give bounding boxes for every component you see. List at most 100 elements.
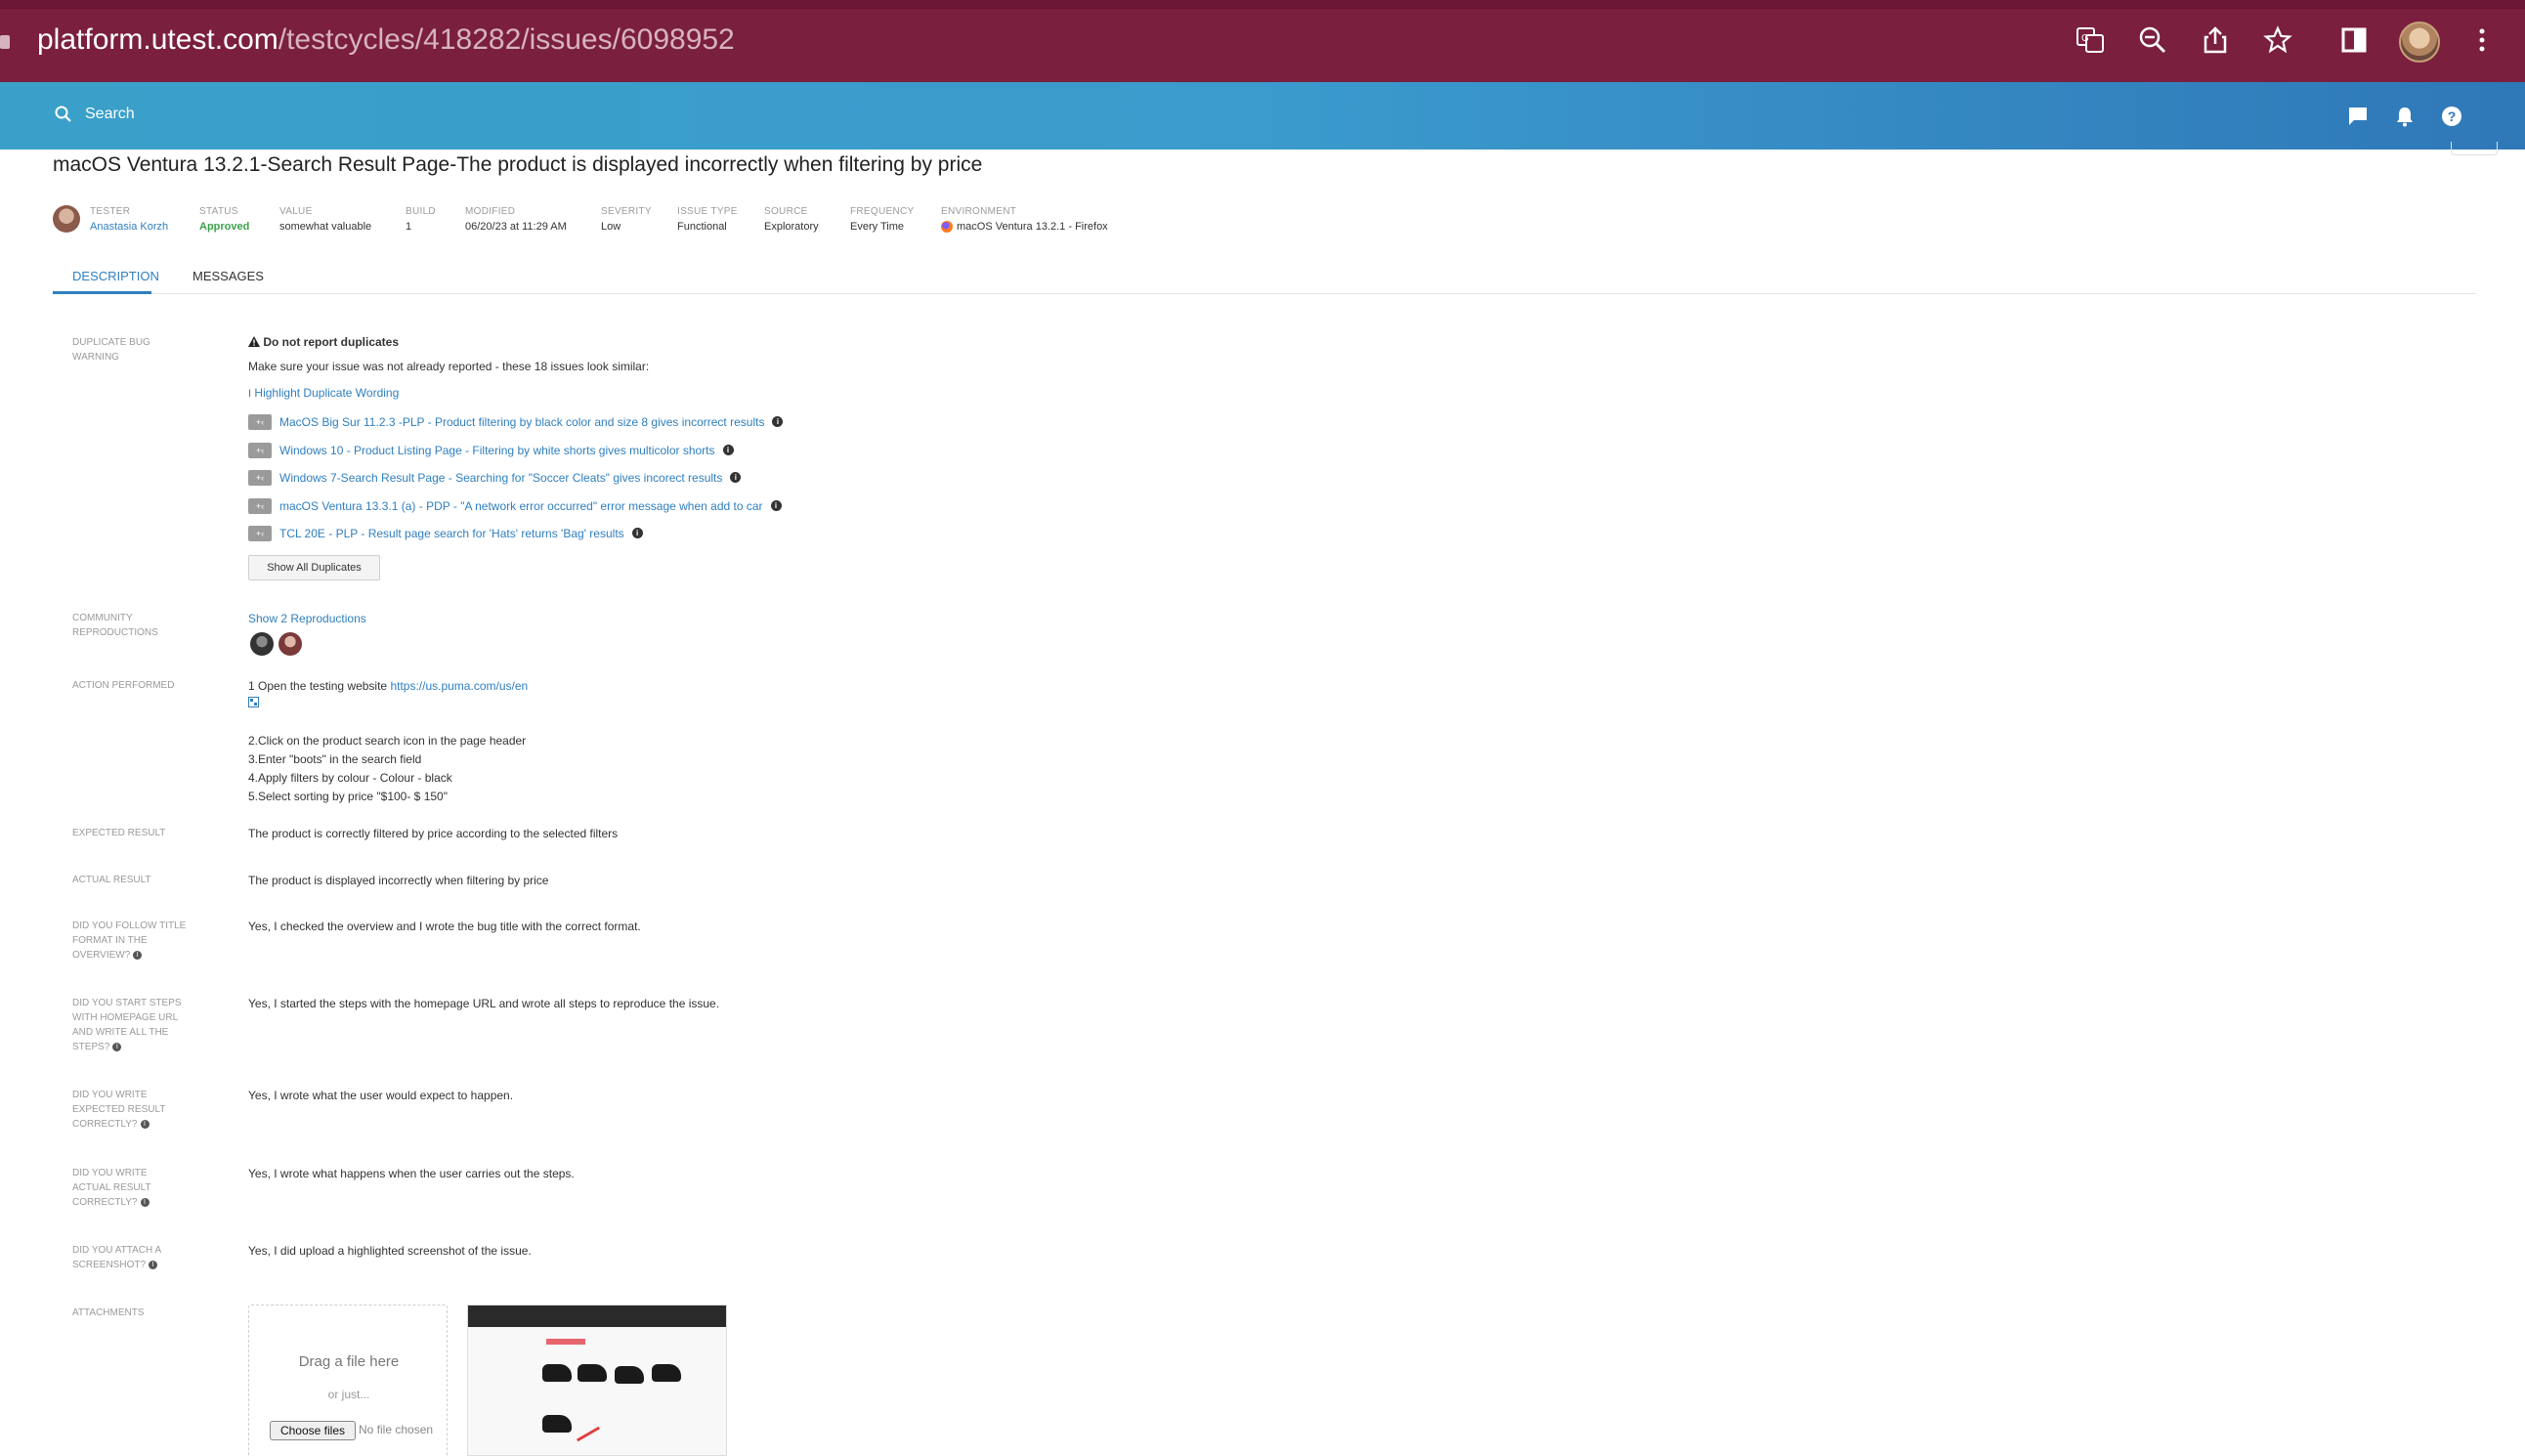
- meta-tester: TESTER Anastasia Korzh: [90, 206, 169, 233]
- info-icon[interactable]: i: [722, 445, 734, 456]
- thumbnail-highlight: [546, 1339, 585, 1345]
- browser-tabstrip: [0, 0, 2525, 9]
- duplicate-label: DUPLICATE BUG WARNING: [72, 337, 150, 363]
- duplicate-link[interactable]: macOS Ventura 13.3.1 (a) - PDP - "A netw…: [279, 499, 763, 513]
- duplicate-item: +‹ Windows 10 - Product Listing Page - Fi…: [248, 442, 734, 459]
- thumbnail-shoe: [615, 1366, 644, 1384]
- info-icon[interactable]: i: [140, 1119, 150, 1129]
- info-icon[interactable]: i: [631, 528, 643, 539]
- meta-issue-type: ISSUE TYPE Functional: [677, 206, 738, 233]
- thumbnail-shoe: [578, 1364, 607, 1382]
- question-title-label: DID YOU FOLLOW TITLE FORMAT IN THE OVERV…: [72, 921, 187, 961]
- community-label: COMMUNITY REPRODUCTIONS: [72, 613, 158, 638]
- status-badge: Approved: [199, 221, 250, 233]
- info-icon[interactable]: i: [133, 950, 143, 960]
- meta-frequency: FREQUENCY Every Time: [850, 206, 915, 233]
- mark-duplicate-button[interactable]: +‹: [248, 469, 272, 486]
- duplicate-text: Make sure your issue was not already rep…: [248, 360, 650, 373]
- zoom-out-icon[interactable]: [2136, 25, 2169, 59]
- bookmark-star-icon[interactable]: [2261, 25, 2294, 59]
- question-steps-label: DID YOU START STEPS WITH HOMEPAGE URL AN…: [72, 998, 182, 1052]
- question-screenshot-label: DID YOU ATTACH A SCREENSHOT? i: [72, 1245, 161, 1270]
- duplicate-item: +‹ Windows 7-Search Result Page - Searchi…: [248, 469, 742, 487]
- info-icon[interactable]: i: [140, 1197, 150, 1207]
- translate-icon[interactable]: G: [2074, 25, 2107, 59]
- warning-icon: [248, 335, 263, 349]
- thumbnail-shoe: [652, 1364, 681, 1382]
- meta-value: VALUE somewhat valuable: [279, 206, 372, 233]
- bell-icon[interactable]: [2393, 105, 2417, 128]
- question-steps-answer: Yes, I started the steps with the homepa…: [248, 997, 720, 1010]
- share-icon[interactable]: [2199, 25, 2232, 59]
- info-icon[interactable]: i: [149, 1260, 158, 1269]
- info-icon[interactable]: i: [770, 500, 782, 512]
- meta-source: SOURCE Exploratory: [764, 206, 819, 233]
- thumbnail-shoe: [542, 1364, 572, 1382]
- question-actual-label: DID YOU WRITE ACTUAL RESULT CORRECTLY? i: [72, 1168, 151, 1208]
- action-step-2: 2.Click on the product search icon in th…: [248, 734, 527, 748]
- search-icon[interactable]: [54, 105, 73, 124]
- thumbnail-shoe: [542, 1415, 572, 1433]
- menu-dots-icon[interactable]: [2465, 25, 2499, 59]
- search-input[interactable]: Search: [85, 106, 135, 123]
- text-cursor-icon: I: [248, 388, 252, 400]
- tab-messages[interactable]: MESSAGES: [193, 269, 264, 283]
- reproducer-avatar[interactable]: [277, 630, 304, 658]
- reproducer-avatar[interactable]: [248, 630, 276, 658]
- duplicate-link[interactable]: TCL 20E - PLP - Result page search for '…: [279, 527, 624, 540]
- tab-description[interactable]: DESCRIPTION: [72, 269, 159, 283]
- meta-build: BUILD 1: [406, 206, 436, 233]
- file-dropzone[interactable]: Drag a file here or just... Choose files…: [248, 1305, 448, 1456]
- action-step-3: 3.Enter "boots" in the search field: [248, 752, 422, 766]
- help-icon[interactable]: ?: [2440, 105, 2463, 128]
- info-icon[interactable]: i: [112, 1042, 122, 1051]
- attachments-label: ATTACHMENTS: [72, 1307, 145, 1318]
- attachment-thumbnail[interactable]: [467, 1305, 727, 1456]
- question-expected-label: DID YOU WRITE EXPECTED RESULT CORRECTLY?…: [72, 1090, 166, 1130]
- address-bar[interactable]: platform.utest.com/testcycles/418282/iss…: [37, 23, 735, 57]
- mark-duplicate-button[interactable]: +‹: [248, 413, 272, 430]
- svg-text:?: ?: [2448, 108, 2457, 124]
- testing-website-link[interactable]: https://us.puma.com/us/en: [390, 679, 528, 693]
- highlight-duplicate-link[interactable]: I Highlight Duplicate Wording: [248, 386, 399, 400]
- action-step-4: 4.Apply filters by colour - Colour - bla…: [248, 771, 452, 785]
- info-icon[interactable]: i: [772, 416, 784, 428]
- duplicate-item: +‹ TCL 20E - PLP - Result page search for…: [248, 525, 643, 542]
- no-file-text: No file chosen: [359, 1423, 434, 1436]
- mark-duplicate-button[interactable]: +‹: [248, 497, 272, 514]
- question-screenshot-answer: Yes, I did upload a highlighted screensh…: [248, 1244, 532, 1258]
- choose-files-button[interactable]: Choose files: [270, 1421, 356, 1440]
- question-expected-answer: Yes, I wrote what the user would expect …: [248, 1089, 514, 1102]
- sidebar-icon[interactable]: [2337, 25, 2371, 59]
- profile-avatar[interactable]: [2399, 21, 2440, 63]
- expected-value: The product is correctly filtered by pri…: [248, 827, 619, 840]
- duplicate-link[interactable]: Windows 10 - Product Listing Page - Filt…: [279, 444, 715, 457]
- active-tab-indicator: [53, 291, 151, 294]
- app-header: [0, 82, 2525, 150]
- tester-avatar[interactable]: [53, 205, 80, 233]
- info-icon[interactable]: i: [730, 472, 742, 484]
- mark-duplicate-button[interactable]: +‹: [248, 442, 272, 458]
- lock-icon[interactable]: [0, 35, 10, 49]
- duplicate-link[interactable]: Windows 7-Search Result Page - Searching…: [279, 471, 722, 485]
- action-step-5: 5.Select sorting by price "$100- $ 150": [248, 790, 448, 803]
- svg-text:G: G: [2081, 33, 2089, 44]
- thumbnail-annotation-arrow: [576, 1426, 601, 1442]
- action-label: ACTION PERFORMED: [72, 680, 175, 691]
- url-path: /testcycles/418282/issues/6098952: [278, 23, 735, 56]
- duplicate-item: +‹ macOS Ventura 13.3.1 (a) - PDP - "A ne…: [248, 497, 782, 515]
- scroll-to-top-tab[interactable]: [2451, 142, 2498, 155]
- drag-text: Drag a file here: [298, 1353, 400, 1370]
- qr-icon[interactable]: [248, 697, 259, 710]
- expected-label: EXPECTED RESULT: [72, 828, 166, 838]
- duplicate-item: +‹ MacOS Big Sur 11.2.3 -PLP - Product fi…: [248, 413, 784, 431]
- duplicate-link[interactable]: MacOS Big Sur 11.2.3 -PLP - Product filt…: [279, 415, 764, 429]
- action-step-1: 1 Open the testing website https://us.pu…: [248, 679, 529, 693]
- show-reproductions-link[interactable]: Show 2 Reproductions: [248, 612, 366, 625]
- or-text: or just...: [327, 1388, 370, 1401]
- question-actual-answer: Yes, I wrote what happens when the user …: [248, 1167, 575, 1180]
- tester-link[interactable]: Anastasia Korzh: [90, 221, 168, 233]
- show-all-duplicates-button[interactable]: Show All Duplicates: [248, 555, 380, 580]
- chat-icon[interactable]: [2346, 105, 2370, 128]
- mark-duplicate-button[interactable]: +‹: [248, 525, 272, 541]
